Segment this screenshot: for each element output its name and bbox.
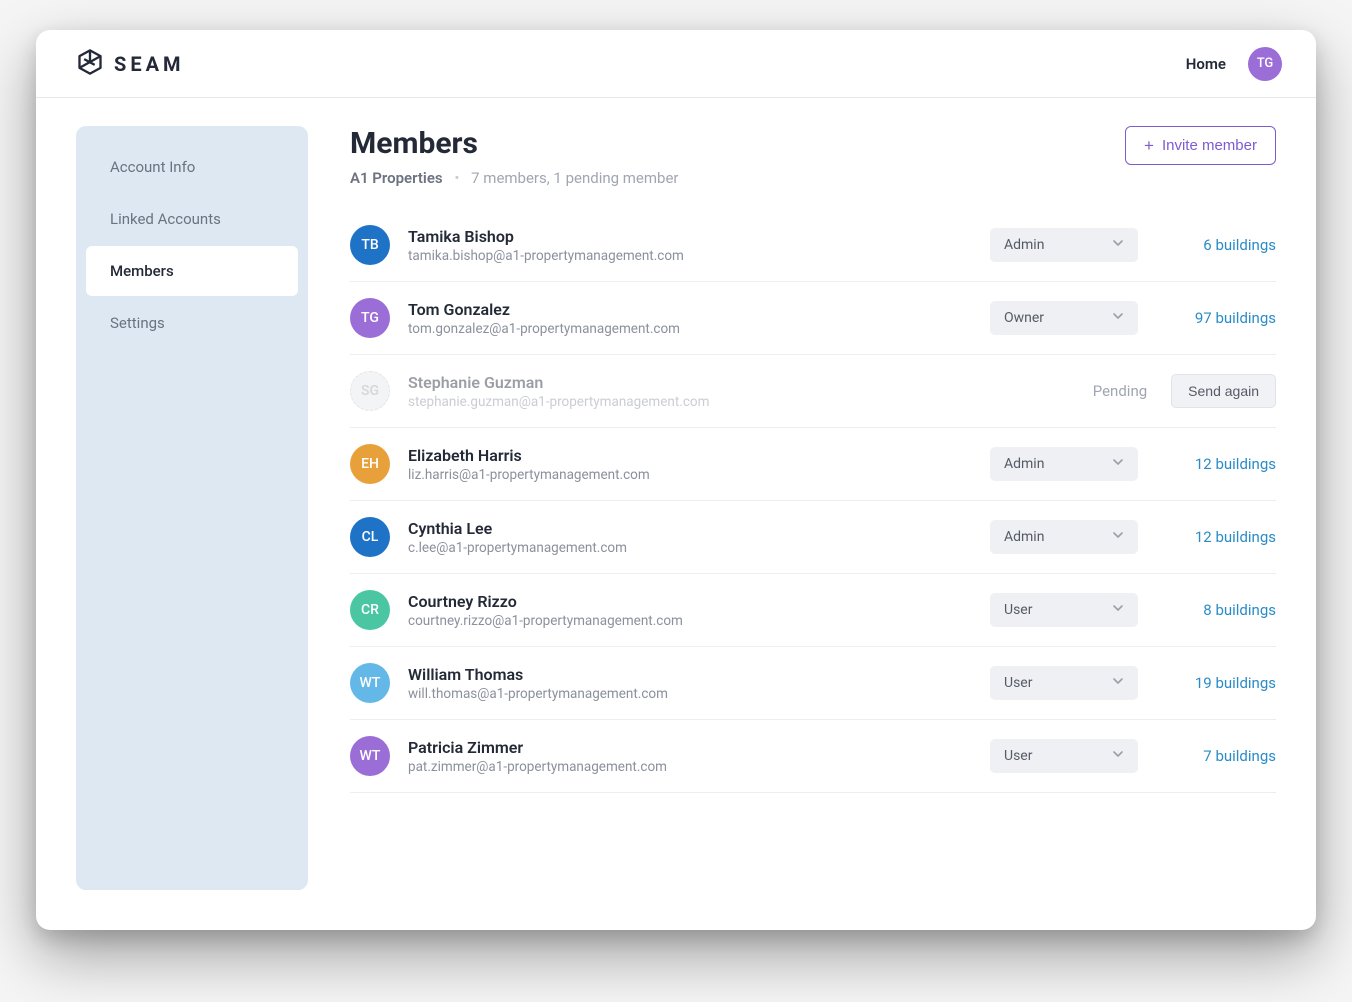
topbar: SEAM Home TG [36, 30, 1316, 98]
buildings-link[interactable]: 12 buildings [1156, 455, 1276, 473]
member-row: EH Elizabeth Harris liz.harris@a1-property… [350, 428, 1276, 501]
member-avatar: TG [350, 298, 390, 338]
member-avatar: WT [350, 736, 390, 776]
page-header-text: Members A1 Properties • 7 members, 1 pen… [350, 126, 679, 187]
member-avatar: EH [350, 444, 390, 484]
role-select[interactable]: Owner [990, 301, 1138, 335]
member-name: Patricia Zimmer [408, 738, 972, 757]
member-email: liz.harris@a1-propertymanagement.com [408, 467, 972, 483]
member-avatar: SG [350, 371, 390, 411]
sidebar-item-linked-accounts[interactable]: Linked Accounts [86, 194, 298, 244]
role-value: Admin [1004, 237, 1044, 253]
chevron-down-icon [1112, 310, 1124, 326]
buildings-link[interactable]: 12 buildings [1156, 528, 1276, 546]
chevron-down-icon [1112, 602, 1124, 618]
buildings-link[interactable]: 97 buildings [1156, 309, 1276, 327]
member-info: Elizabeth Harris liz.harris@a1-propertyma… [408, 446, 972, 483]
chevron-down-icon [1112, 529, 1124, 545]
member-info: Tom Gonzalez tom.gonzalez@a1-propertymana… [408, 300, 972, 337]
member-avatar: TB [350, 225, 390, 265]
member-name: Tom Gonzalez [408, 300, 972, 319]
member-row: TG Tom Gonzalez tom.gonzalez@a1-propertyma… [350, 282, 1276, 355]
member-info: Stephanie Guzman stephanie.guzman@a1-prop… [408, 373, 1075, 410]
member-avatar: CL [350, 517, 390, 557]
role-value: Admin [1004, 529, 1044, 545]
buildings-link[interactable]: 8 buildings [1156, 601, 1276, 619]
buildings-link[interactable]: 6 buildings [1156, 236, 1276, 254]
user-avatar[interactable]: TG [1248, 47, 1282, 81]
page-header: Members A1 Properties • 7 members, 1 pen… [350, 126, 1276, 187]
member-info: Tamika Bishop tamika.bishop@a1-propertyma… [408, 227, 972, 264]
member-name: William Thomas [408, 665, 972, 684]
member-row: WT Patricia Zimmer pat.zimmer@a1-propertym… [350, 720, 1276, 793]
separator-dot: • [454, 169, 459, 187]
member-info: Patricia Zimmer pat.zimmer@a1-propertyman… [408, 738, 972, 775]
member-avatar: WT [350, 663, 390, 703]
sidebar: Account Info Linked Accounts Members Set… [76, 126, 308, 890]
org-name: A1 Properties [350, 169, 443, 187]
role-value: Owner [1004, 310, 1044, 326]
buildings-link[interactable]: 7 buildings [1156, 747, 1276, 765]
chevron-down-icon [1112, 237, 1124, 253]
member-name: Elizabeth Harris [408, 446, 972, 465]
buildings-link[interactable]: 19 buildings [1156, 674, 1276, 692]
role-value: User [1004, 602, 1032, 618]
role-select[interactable]: Admin [990, 228, 1138, 262]
member-name: Cynthia Lee [408, 519, 972, 538]
member-row: CL Cynthia Lee c.lee@a1-propertymanagement… [350, 501, 1276, 574]
sidebar-item-members[interactable]: Members [86, 246, 298, 296]
page-title: Members [350, 126, 679, 161]
chevron-down-icon [1112, 748, 1124, 764]
member-info: Cynthia Lee c.lee@a1-propertymanagement.c… [408, 519, 972, 556]
sidebar-item-account-info[interactable]: Account Info [86, 142, 298, 192]
plus-icon: + [1144, 137, 1154, 154]
member-stats: 7 members, 1 pending member [471, 169, 678, 187]
member-row: SG Stephanie Guzman stephanie.guzman@a1-pr… [350, 355, 1276, 428]
role-select[interactable]: Admin [990, 520, 1138, 554]
member-email: stephanie.guzman@a1-propertymanagement.c… [408, 394, 1075, 410]
member-email: will.thomas@a1-propertymanagement.com [408, 686, 972, 702]
role-value: User [1004, 748, 1032, 764]
brand-logo-icon [76, 48, 104, 80]
brand: SEAM [76, 48, 185, 80]
role-select[interactable]: User [990, 666, 1138, 700]
role-select[interactable]: Admin [990, 447, 1138, 481]
member-list: TB Tamika Bishop tamika.bishop@a1-property… [350, 209, 1276, 890]
member-name: Courtney Rizzo [408, 592, 972, 611]
member-row: TB Tamika Bishop tamika.bishop@a1-property… [350, 209, 1276, 282]
member-email: c.lee@a1-propertymanagement.com [408, 540, 972, 556]
brand-name: SEAM [114, 52, 185, 76]
member-name: Tamika Bishop [408, 227, 972, 246]
chevron-down-icon [1112, 456, 1124, 472]
main: Members A1 Properties • 7 members, 1 pen… [350, 126, 1276, 890]
member-avatar: CR [350, 590, 390, 630]
role-value: Admin [1004, 456, 1044, 472]
member-email: pat.zimmer@a1-propertymanagement.com [408, 759, 972, 775]
send-again-button[interactable]: Send again [1171, 374, 1276, 408]
invite-button-label: Invite member [1162, 137, 1257, 154]
role-select[interactable]: User [990, 739, 1138, 773]
member-info: Courtney Rizzo courtney.rizzo@a1-property… [408, 592, 972, 629]
page-subtitle: A1 Properties • 7 members, 1 pending mem… [350, 169, 679, 187]
member-email: tom.gonzalez@a1-propertymanagement.com [408, 321, 972, 337]
member-name: Stephanie Guzman [408, 373, 1075, 392]
chevron-down-icon [1112, 675, 1124, 691]
invite-member-button[interactable]: + Invite member [1125, 126, 1276, 165]
home-link[interactable]: Home [1186, 55, 1226, 73]
pending-label: Pending [1093, 382, 1147, 400]
member-info: William Thomas will.thomas@a1-propertyman… [408, 665, 972, 702]
app-window: SEAM Home TG Account Info Linked Account… [36, 30, 1316, 930]
member-email: courtney.rizzo@a1-propertymanagement.com [408, 613, 972, 629]
member-email: tamika.bishop@a1-propertymanagement.com [408, 248, 972, 264]
member-row: CR Courtney Rizzo courtney.rizzo@a1-proper… [350, 574, 1276, 647]
sidebar-item-settings[interactable]: Settings [86, 298, 298, 348]
member-row: WT William Thomas will.thomas@a1-propertym… [350, 647, 1276, 720]
body: Account Info Linked Accounts Members Set… [36, 98, 1316, 930]
topbar-right: Home TG [1186, 47, 1282, 81]
role-value: User [1004, 675, 1032, 691]
role-select[interactable]: User [990, 593, 1138, 627]
